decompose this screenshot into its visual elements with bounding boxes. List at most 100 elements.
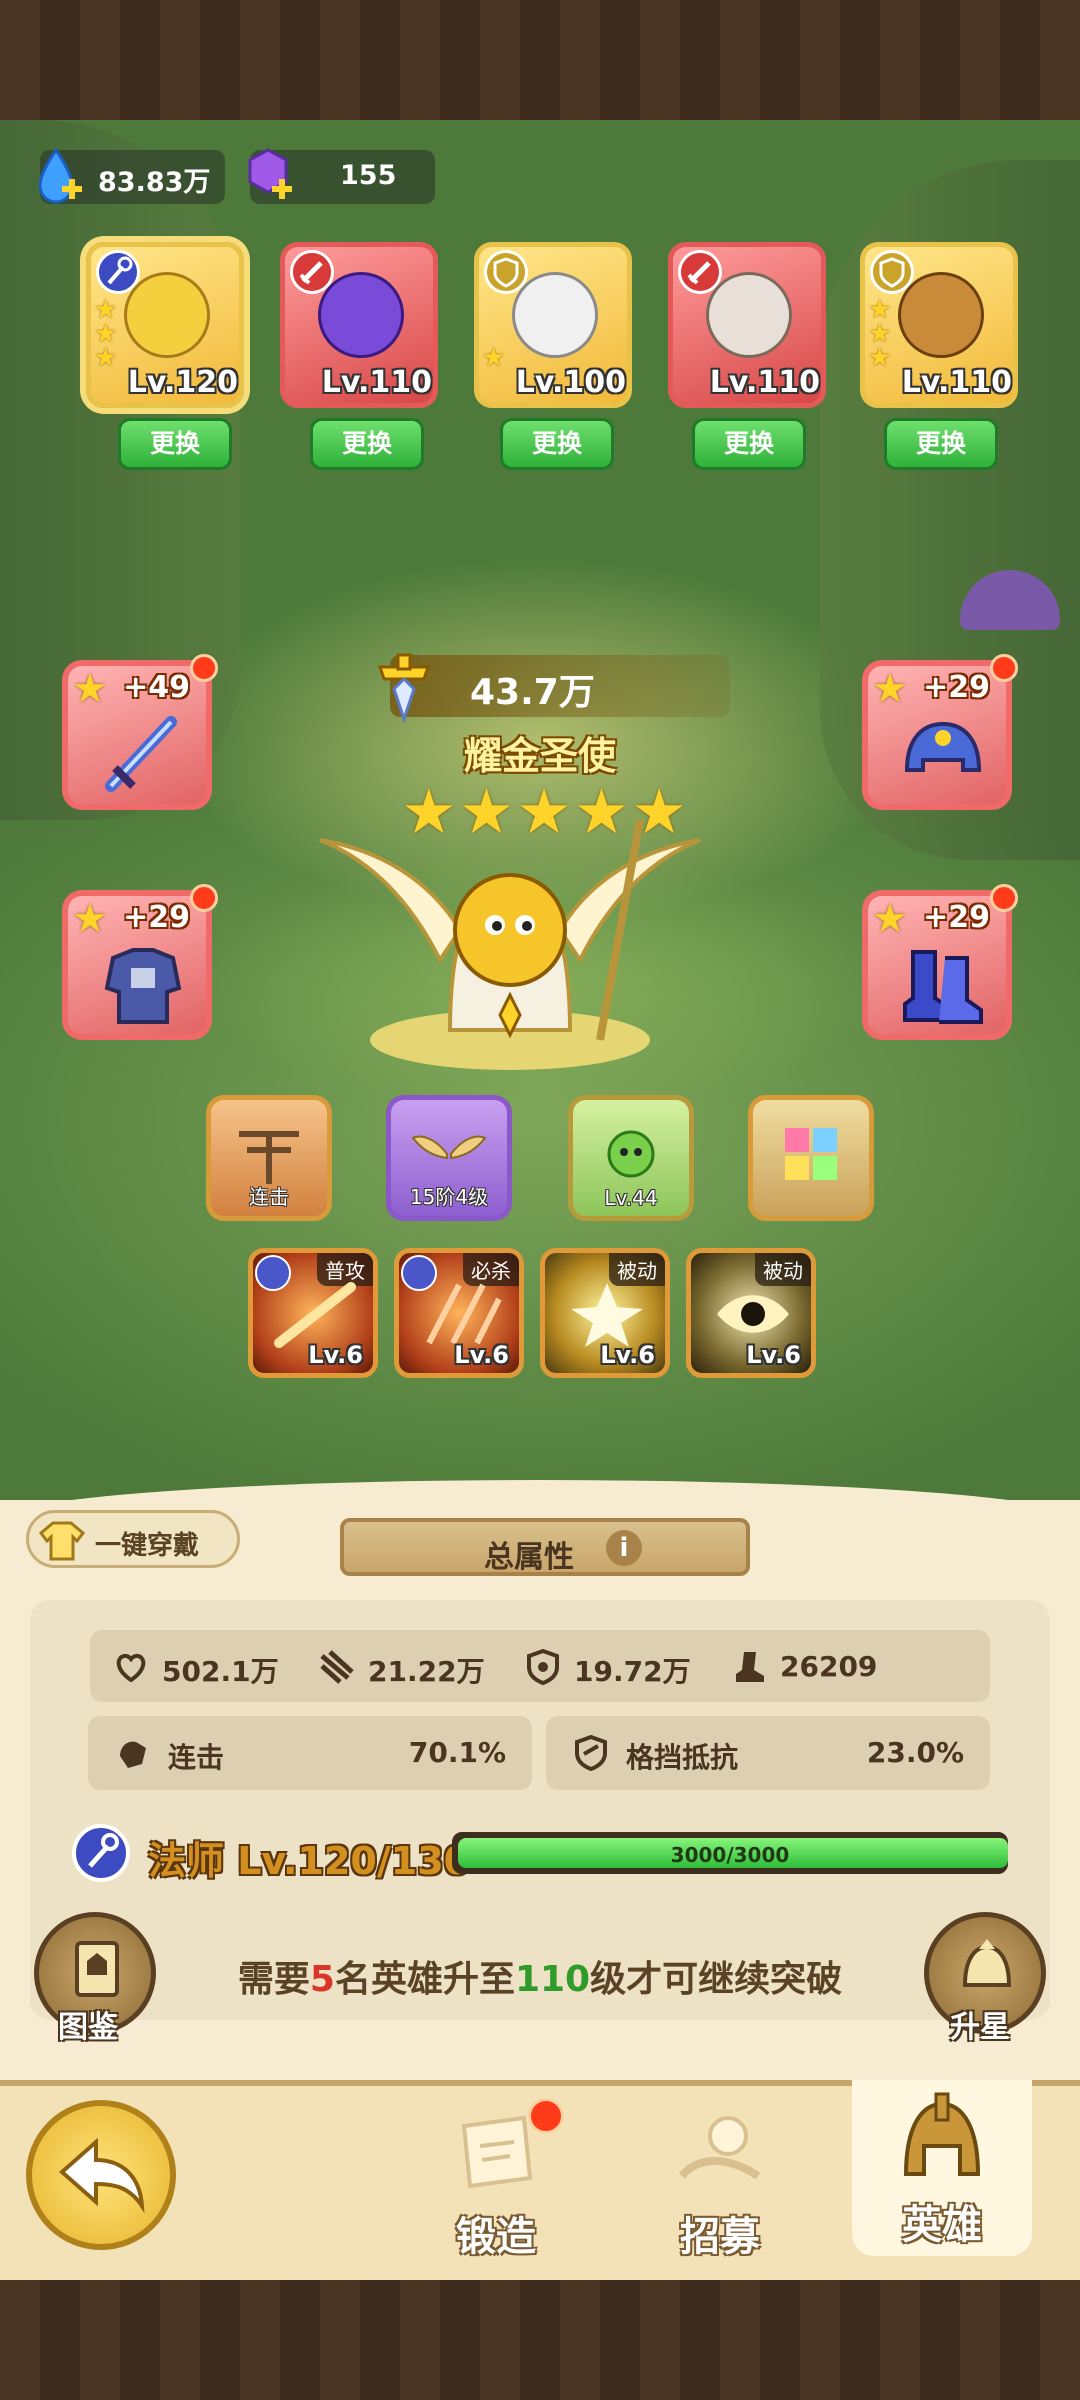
hero-level: Lv.110 — [901, 365, 1012, 400]
nav-hero[interactable]: 英雄 — [852, 2080, 1032, 2256]
total-attributes-header[interactable]: 总属性 i — [340, 1518, 750, 1576]
skill-passive-2[interactable]: 被动 Lv.6 — [686, 1248, 816, 1378]
class-level-text: 法师 Lv.120/130 — [148, 1839, 471, 1883]
skill-basic-attack[interactable]: 普攻 Lv.6 — [248, 1248, 378, 1378]
equip-helmet[interactable]: ★ +29 — [862, 654, 1018, 810]
codex-label: 图鉴 — [58, 2010, 118, 2045]
hero-slot-2[interactable]: Lv.110 — [280, 242, 438, 408]
water-drop-plus-icon — [38, 147, 82, 204]
gem-currency[interactable]: 155 — [248, 148, 435, 204]
claw-attack-icon — [320, 1650, 354, 1684]
back-button[interactable] — [26, 2100, 176, 2250]
skill-level: Lv.6 — [746, 1341, 801, 1369]
combo-label: 连击 — [168, 1741, 225, 1774]
required-level: 110 — [514, 1959, 591, 2000]
combo-value: 70.1% — [408, 1736, 506, 1769]
star-icon: ★ — [72, 666, 108, 712]
swap-button-5[interactable]: 更换 — [884, 418, 998, 470]
pet-slot[interactable]: Lv.44 — [568, 1095, 694, 1221]
swap-button-3[interactable]: 更换 — [500, 418, 614, 470]
skill-ultimate[interactable]: 必杀 Lv.6 — [394, 1248, 524, 1378]
block-resist-label: 格挡抵抗 — [626, 1741, 739, 1774]
purple-gem-plus-icon — [248, 148, 292, 199]
total-attributes-title: 总属性 — [484, 1540, 574, 1575]
hero-stars: ★ ★ ★ — [94, 295, 118, 373]
enhance-level: +29 — [923, 900, 990, 935]
hero-level: Lv.120 — [127, 365, 238, 400]
notification-dot — [990, 654, 1018, 682]
one-click-equip-button[interactable]: 一键穿戴 — [26, 1510, 240, 1568]
hero-slot-4[interactable]: Lv.110 — [668, 242, 826, 408]
shield-role-icon — [484, 250, 528, 294]
enhance-level: +29 — [923, 670, 990, 705]
eye-icon — [717, 1295, 789, 1333]
mage-role-icon — [96, 250, 140, 294]
exp-bar: 3000/3000 — [452, 1832, 1008, 1874]
book-icon — [75, 1941, 119, 1997]
nav-recruit[interactable]: 招募 — [630, 2096, 810, 2266]
equip-boots[interactable]: ★ +29 — [862, 884, 1018, 1040]
helmet-arrow-icon — [962, 1939, 1012, 1987]
block-shield-icon — [575, 1734, 607, 1772]
hero-level: Lv.110 — [321, 365, 432, 400]
hero-slot-5[interactable]: ★ ★ ★ Lv.110 — [860, 242, 1018, 408]
nav-recruit-label: 招募 — [680, 2214, 760, 2260]
hero-slot-1[interactable]: ★ ★ ★ Lv.120 — [86, 242, 244, 408]
hero-stars: ★ — [482, 343, 506, 373]
notification-dot — [990, 884, 1018, 912]
wings-level: 15阶4级 — [409, 1185, 489, 1209]
skill-passive-1[interactable]: 被动 Lv.6 — [540, 1248, 670, 1378]
rubik-cube-icon — [785, 1128, 837, 1180]
speed-value: 26209 — [780, 1650, 878, 1683]
defense-value: 19.72万 — [574, 1655, 691, 1688]
swap-button-4[interactable]: 更换 — [692, 418, 806, 470]
notification-dot — [190, 884, 218, 912]
combo-stat-row: 连击 70.1% — [88, 1716, 532, 1790]
hero-stars: ★ ★ ★ — [868, 295, 892, 373]
star-icon: ★ — [872, 896, 908, 942]
warrior-role-icon — [290, 250, 334, 294]
water-amount: 83.83万 — [98, 167, 211, 198]
swap-button-1[interactable]: 更换 — [118, 418, 232, 470]
skill-level: Lv.6 — [600, 1341, 655, 1369]
combo-fist-icon — [120, 1741, 146, 1768]
water-currency[interactable]: 83.83万 — [38, 147, 225, 204]
cube-slot[interactable] — [748, 1095, 874, 1221]
light-burst-icon — [571, 1283, 643, 1347]
shield-icon — [527, 1648, 559, 1686]
block-resist-value: 23.0% — [866, 1736, 964, 1769]
skill-level: Lv.6 — [454, 1341, 509, 1369]
wings-slot[interactable]: 15阶4级 — [386, 1095, 512, 1221]
nav-forge-label: 锻造 — [456, 2214, 536, 2260]
fire-slash-icon — [274, 1282, 356, 1348]
star-icon: ★ — [72, 896, 108, 942]
info-icon[interactable]: i — [606, 1530, 642, 1566]
gem-amount: 155 — [340, 160, 397, 191]
hero-character[interactable] — [310, 780, 710, 1080]
notification-dot — [190, 654, 218, 682]
shield-role-icon — [870, 250, 914, 294]
heart-icon — [116, 1653, 146, 1683]
swap-button-2[interactable]: 更换 — [310, 418, 424, 470]
boots-icon — [903, 950, 983, 1024]
block-resist-row: 格挡抵抗 23.0% — [546, 1716, 990, 1790]
helmet-icon — [904, 721, 982, 772]
equip-weapon[interactable]: ★ +49 — [62, 654, 218, 810]
mage-class-icon — [72, 1824, 130, 1882]
power-value: 43.7万 — [470, 672, 595, 713]
hero-slot-3[interactable]: ★ Lv.100 — [474, 242, 632, 408]
enhance-level: +29 — [123, 900, 190, 935]
enhance-level: +49 — [123, 670, 190, 705]
combo-weapon-slot[interactable]: 连击 — [206, 1095, 332, 1221]
plant-pet-icon — [607, 1130, 655, 1178]
combat-power: 43.7万 — [377, 653, 730, 723]
back-arrow-icon — [58, 2137, 145, 2214]
sword-icon — [105, 716, 177, 792]
equip-armor[interactable]: ★ +29 — [62, 884, 218, 1040]
nav-hero-label: 英雄 — [902, 2202, 982, 2248]
hero-helmet-icon — [903, 2092, 981, 2176]
star-icon: ★ — [872, 666, 908, 712]
top-border — [0, 0, 1080, 120]
warrior-role-icon — [678, 250, 722, 294]
one-click-equip-label: 一键穿戴 — [95, 1531, 200, 1561]
